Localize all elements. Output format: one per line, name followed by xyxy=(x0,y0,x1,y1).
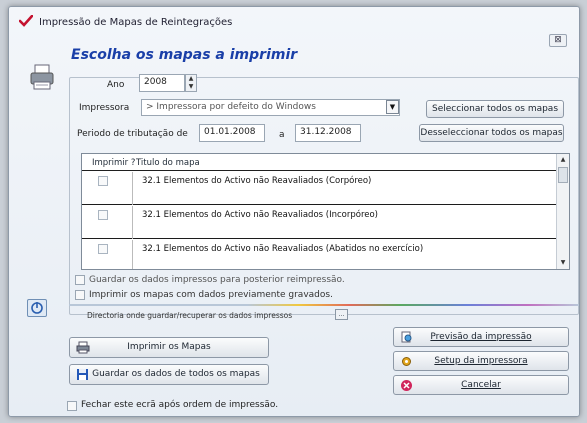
scroll-down-icon[interactable]: ▼ xyxy=(557,257,569,269)
directory-label: Directoria onde guardar/recuperar os dad… xyxy=(87,311,293,320)
period-to-label: a xyxy=(279,130,285,140)
column-divider xyxy=(132,206,133,239)
year-stepper[interactable]: ▲ ▼ xyxy=(185,74,197,92)
magnifier-icon xyxy=(401,331,412,343)
setup-printer-label: Setup da impressora xyxy=(434,356,528,366)
row-title: 32.1 Elementos do Activo não Reavaliados… xyxy=(142,210,378,220)
dialog-window: Impressão de Mapas de Reintegrações ⊠ Es… xyxy=(8,6,580,417)
print-saved-checkbox[interactable] xyxy=(75,290,85,300)
power-icon xyxy=(31,302,43,314)
save-for-reprint-checkbox[interactable] xyxy=(75,275,85,285)
print-saved-label: Imprimir os mapas com dados previamente … xyxy=(89,290,333,300)
column-header-print[interactable]: Imprimir ? xyxy=(92,158,135,168)
printer-dropdown-arrow-icon[interactable]: ▼ xyxy=(386,100,399,114)
table-row[interactable]: 32.1 Elementos do Activo não Reavaliados… xyxy=(82,240,557,269)
save-all-button[interactable]: Guardar os dados de todos os mapas xyxy=(69,364,269,385)
close-after-print-label: Fechar este ecrã após ordem de impressão… xyxy=(81,400,279,410)
cancel-icon xyxy=(401,380,412,391)
year-input[interactable]: 2008 xyxy=(139,74,185,92)
year-label: Ano xyxy=(107,80,125,90)
table-scrollbar[interactable]: ▲ ▼ xyxy=(556,154,569,269)
red-check-icon xyxy=(19,15,33,27)
select-all-button[interactable]: Seleccionar todos os mapas xyxy=(426,100,564,118)
print-maps-button[interactable]: Imprimir os Mapas xyxy=(69,337,269,358)
column-header-title[interactable]: Titulo do mapa xyxy=(136,158,200,168)
close-button[interactable]: ⊠ xyxy=(549,34,567,47)
gear-icon xyxy=(402,357,411,366)
scroll-up-icon[interactable]: ▲ xyxy=(557,154,569,166)
floppy-icon xyxy=(77,369,88,380)
preview-button[interactable]: Previsão da impressão xyxy=(393,327,569,347)
decorative-divider xyxy=(69,304,579,306)
period-label: Periodo de tributação de xyxy=(77,129,188,139)
preview-label: Previsão da impressão xyxy=(430,332,532,342)
column-divider xyxy=(132,240,133,269)
printer-icon xyxy=(30,64,54,90)
side-button[interactable] xyxy=(27,299,47,317)
close-after-print-checkbox[interactable] xyxy=(67,401,77,411)
column-divider xyxy=(132,172,133,205)
row-checkbox[interactable] xyxy=(98,244,108,254)
row-title: 32.1 Elementos do Activo não Reavaliados… xyxy=(142,244,424,254)
table-row[interactable]: 32.1 Elementos do Activo não Reavaliados… xyxy=(82,206,557,239)
period-to-input[interactable]: 31.12.2008 xyxy=(295,124,361,142)
window-title: Impressão de Mapas de Reintegrações xyxy=(39,17,233,28)
maps-table: Imprimir ? Titulo do mapa 32.1 Elementos… xyxy=(81,153,570,270)
printer-select[interactable]: > Impressora por defeito do Windows xyxy=(141,99,400,116)
save-for-reprint-label: Guardar os dados impressos para posterio… xyxy=(89,275,345,285)
printer-label: Impressora xyxy=(79,103,130,113)
period-from-input[interactable]: 01.01.2008 xyxy=(199,124,265,142)
scroll-thumb[interactable] xyxy=(558,167,568,183)
table-header: Imprimir ? Titulo do mapa xyxy=(82,154,557,171)
save-all-label: Guardar os dados de todos os mapas xyxy=(92,369,260,379)
title-bar: Impressão de Mapas de Reintegrações xyxy=(9,7,579,33)
row-checkbox[interactable] xyxy=(98,176,108,186)
table-row[interactable]: 32.1 Elementos do Activo não Reavaliados… xyxy=(82,172,557,205)
deselect-all-button[interactable]: Desseleccionar todos os mapas xyxy=(419,124,564,142)
setup-printer-button[interactable]: Setup da impressora xyxy=(393,351,569,371)
cancel-label: Cancelar xyxy=(461,380,501,390)
print-maps-label: Imprimir os Mapas xyxy=(127,342,211,352)
printer-small-icon xyxy=(76,341,90,354)
row-title: 32.1 Elementos do Activo não Reavaliados… xyxy=(142,176,372,186)
page-title: Escolha os mapas a imprimir xyxy=(71,47,298,63)
cancel-button[interactable]: Cancelar xyxy=(393,375,569,395)
row-checkbox[interactable] xyxy=(98,210,108,220)
directory-browse-button[interactable]: … xyxy=(335,309,348,320)
